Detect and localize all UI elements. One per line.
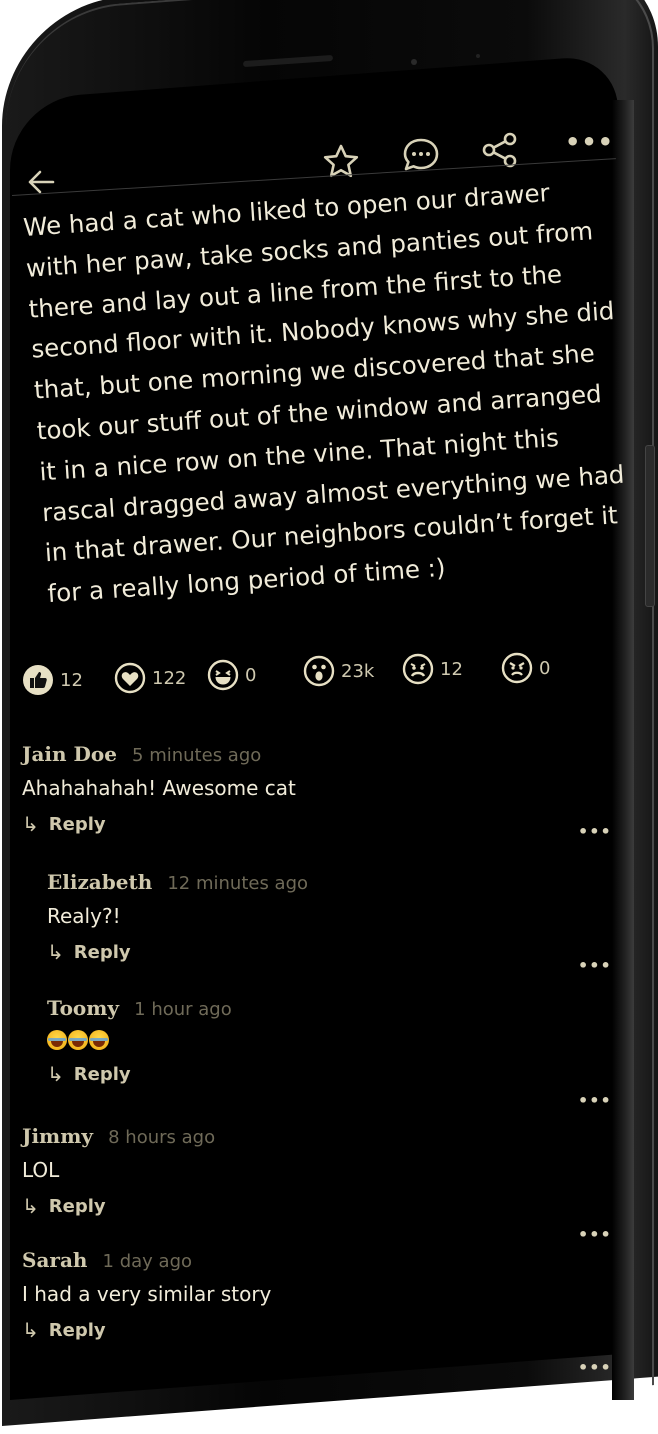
side-button [645, 445, 655, 607]
more-options-button[interactable]: ••• [565, 128, 614, 156]
sad-face-icon [402, 653, 434, 685]
reply-label: Reply [73, 1063, 131, 1085]
reply-label: Reply [48, 1319, 106, 1341]
reaction-count: 122 [152, 667, 187, 689]
reply-arrow-icon: ↳ [22, 1194, 39, 1218]
comment-text: Ahahahahah! Awesome cat [22, 776, 296, 800]
comment: Jain Doe 5 minutes ago Ahahahahah! Aweso… [22, 742, 296, 836]
comment-time: 12 minutes ago [167, 873, 309, 894]
reply-button[interactable]: ↳ Reply [22, 1194, 215, 1218]
reply-arrow-icon: ↳ [22, 812, 39, 836]
comment-more-button[interactable]: ••• [578, 956, 612, 975]
surprised-face-icon [303, 655, 335, 687]
reaction-count: 12 [440, 658, 463, 680]
angry-face-icon [501, 652, 533, 684]
reply-button[interactable]: ↳ Reply [22, 812, 296, 836]
proximity-sensor [476, 54, 480, 58]
thumbs-up-icon [22, 664, 54, 696]
reply-button[interactable]: ↳ Reply [47, 940, 308, 964]
reply-arrow-icon: ↳ [47, 1062, 64, 1086]
laughing-tears-emoji [68, 1030, 88, 1050]
comment-time: 1 hour ago [134, 999, 232, 1020]
reaction-count: 0 [245, 664, 257, 686]
reaction-laugh[interactable]: 0 [207, 659, 256, 691]
comment-author[interactable]: Toomy [47, 996, 119, 1020]
comment: Jimmy 8 hours ago LOL ↳ Reply [22, 1124, 215, 1218]
reaction-wow[interactable]: 23k [303, 655, 374, 687]
reaction-count: 23k [341, 660, 375, 682]
comment-author[interactable]: Jimmy [22, 1124, 93, 1148]
comment-time: 8 hours ago [108, 1127, 216, 1148]
reaction-sad[interactable]: 12 [402, 653, 463, 685]
comment-reply: Elizabeth 12 minutes ago Realy?! ↳ Reply [47, 870, 308, 964]
laughing-tears-emoji [47, 1030, 67, 1050]
emoji-text [47, 1030, 232, 1050]
reply-arrow-icon: ↳ [22, 1318, 39, 1342]
reply-label: Reply [48, 813, 106, 835]
comment: Sarah 1 day ago I had a very similar sto… [22, 1248, 271, 1342]
comment-more-button[interactable]: ••• [578, 1225, 612, 1244]
reply-button[interactable]: ↳ Reply [47, 1062, 232, 1086]
comment-author[interactable]: Elizabeth [47, 870, 152, 894]
laughing-face-icon [207, 659, 239, 691]
comment-text: Realy?! [47, 904, 121, 928]
front-camera [411, 59, 417, 65]
reply-label: Reply [48, 1195, 106, 1217]
comment-more-button[interactable]: ••• [578, 822, 612, 841]
comment-author[interactable]: Jain Doe [22, 742, 117, 766]
reply-label: Reply [73, 941, 131, 963]
reply-arrow-icon: ↳ [47, 940, 64, 964]
reaction-count: 0 [539, 657, 551, 679]
comment-more-button[interactable]: ••• [578, 1091, 612, 1110]
comment-author[interactable]: Sarah [22, 1248, 87, 1272]
reaction-like[interactable]: 12 [22, 664, 83, 696]
laughing-tears-emoji [89, 1030, 109, 1050]
reaction-count: 12 [60, 669, 83, 691]
heart-icon [114, 662, 146, 694]
reply-button[interactable]: ↳ Reply [22, 1318, 271, 1342]
comment-time: 1 day ago [102, 1251, 193, 1272]
reaction-love[interactable]: 122 [114, 662, 186, 694]
comment-time: 5 minutes ago [132, 745, 262, 766]
post-body: We had a cat who liked to open our drawe… [22, 168, 648, 615]
reaction-angry[interactable]: 0 [501, 652, 550, 684]
comment-reply: Toomy 1 hour ago ↳ Reply [47, 996, 232, 1086]
comment-text: I had a very similar story [22, 1282, 272, 1306]
comment-text: LOL [22, 1158, 60, 1182]
comment-more-button[interactable]: ••• [578, 1358, 612, 1377]
